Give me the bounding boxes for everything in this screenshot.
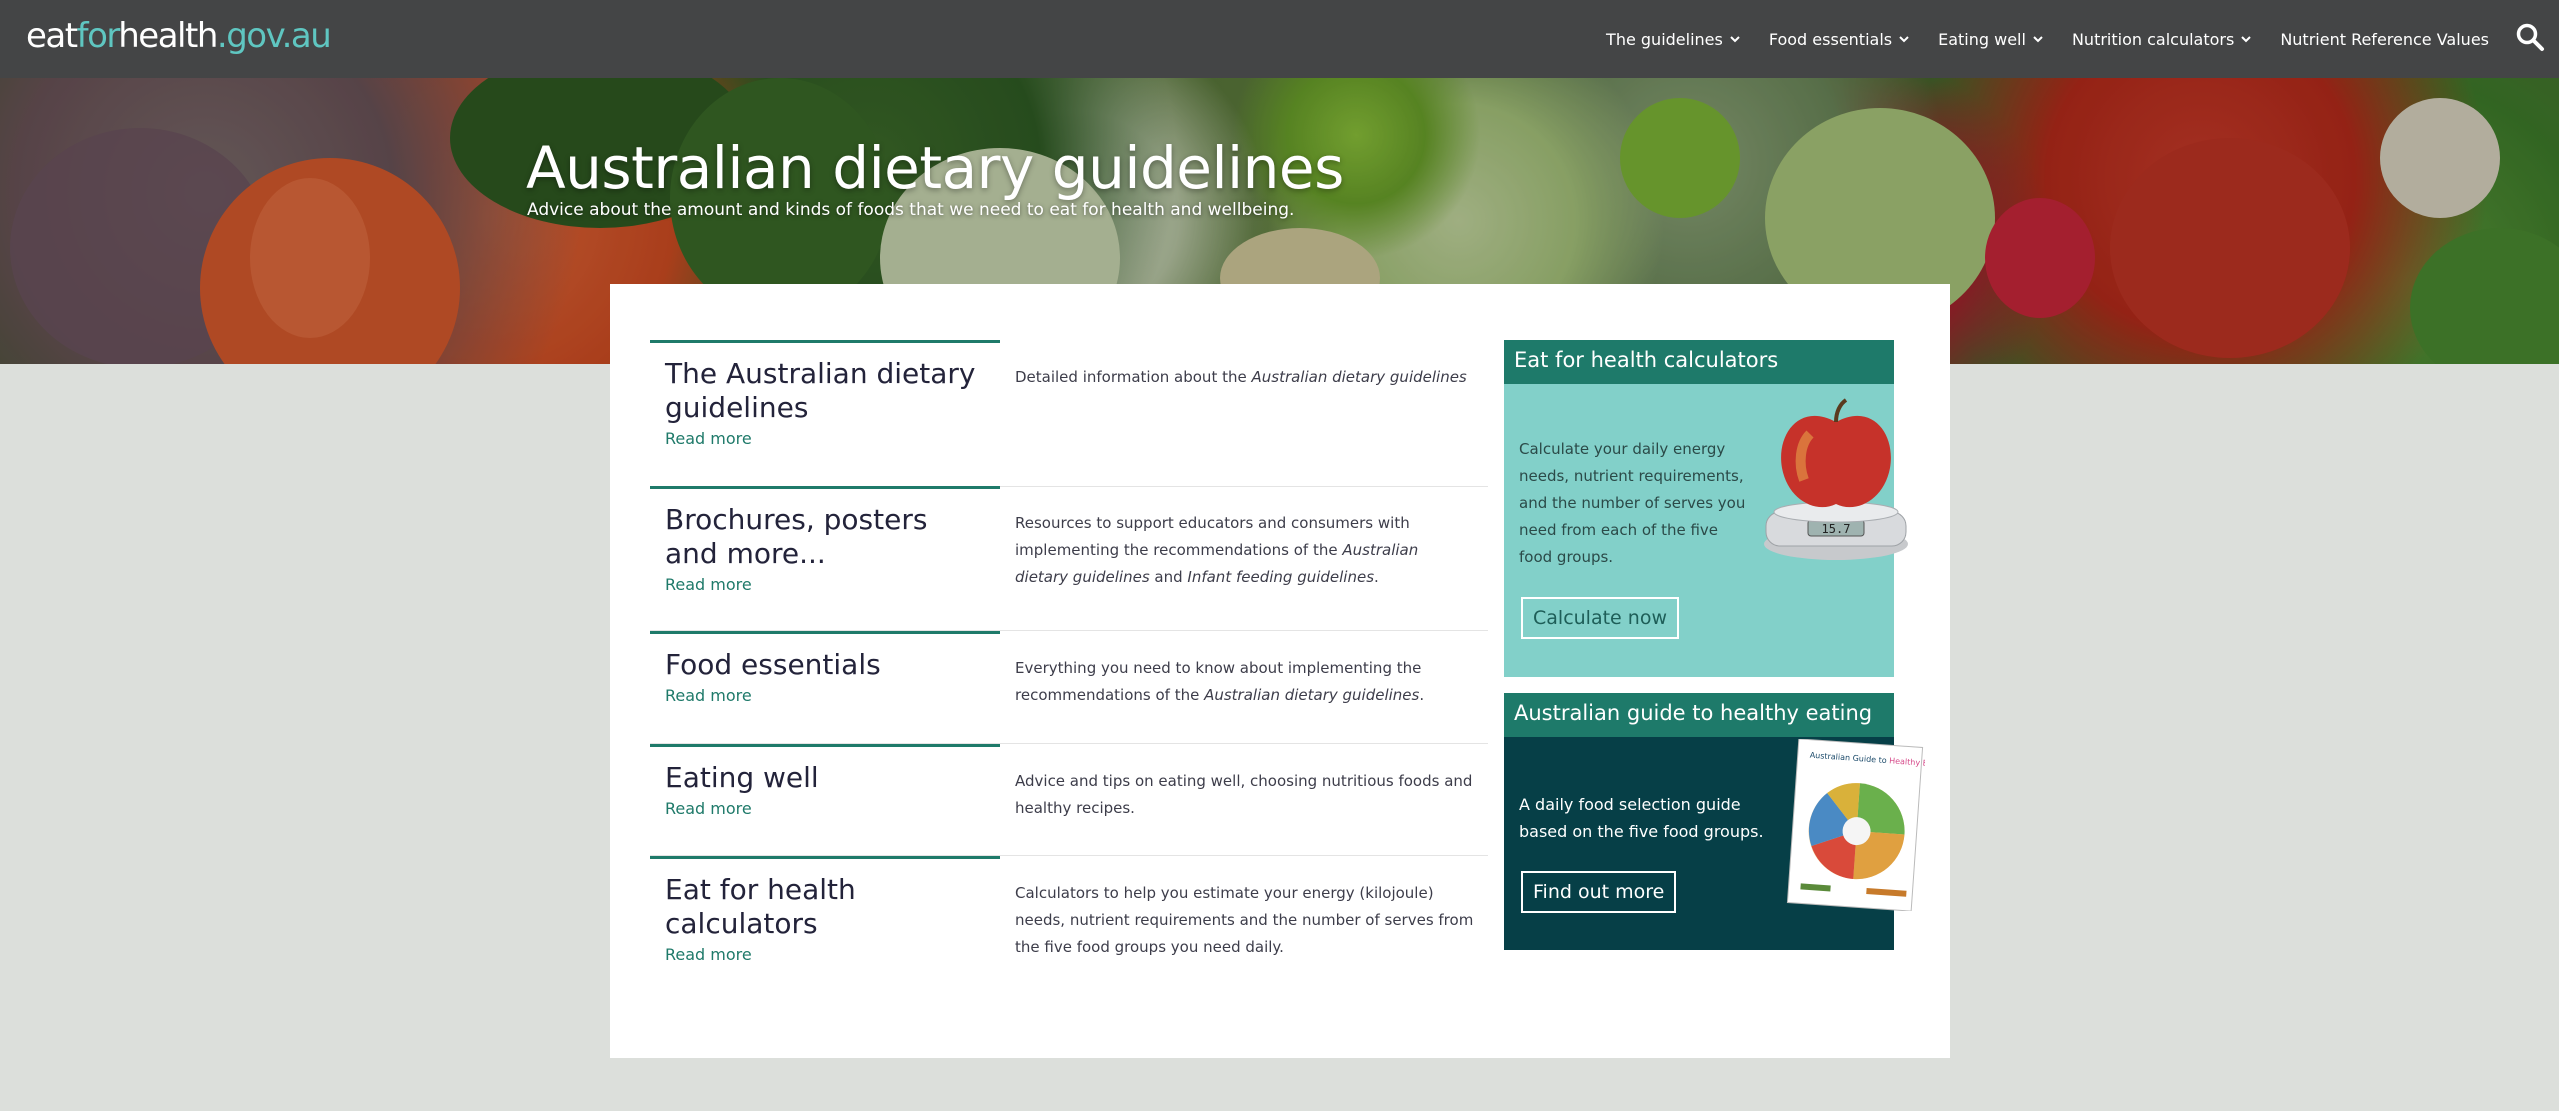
chevron-down-icon [1899,36,1909,43]
list-item: Eating well Read more Advice and tips on… [650,744,1488,856]
chevron-down-icon [1730,36,1740,43]
page-subtitle: Advice about the amount and kinds of foo… [527,200,1295,220]
list-item-title[interactable]: Brochures, posters and more... [665,503,1000,571]
calculators-card-header[interactable]: Eat for health calculators [1504,340,1894,384]
logo-text-for: for [76,16,120,56]
top-nav: eatforhealth.gov.au The guidelines Food … [0,0,2559,78]
title-line: Brochures, posters [665,503,928,536]
list-item-heading: Food essentials Read more [650,631,1000,743]
list-item-heading: The Australian dietary guidelines Read mo… [650,340,1000,486]
list-item-heading: Eat for health calculators Read more [650,856,1000,976]
healthy-eating-card-text: A daily food selection guide based on th… [1519,795,1764,841]
list-item-description: Resources to support educators and consu… [1015,510,1475,591]
desc-text: . [1419,686,1425,704]
content-panel: The Australian dietary guidelines Read mo… [610,284,1950,1058]
nav-item-nrv[interactable]: Nutrient Reference Values [2280,30,2489,49]
title-line: The Australian dietary [665,357,976,390]
search-icon[interactable] [2515,22,2545,52]
main-menu: The guidelines Food essentials Eating we… [1606,0,2489,78]
list-item: Eat for health calculators Read more Calc… [650,856,1488,976]
logo-text-health: health [118,16,218,56]
list-item-description: Advice and tips on eating well, choosing… [1015,768,1475,822]
read-more-link[interactable]: Read more [665,945,1000,964]
read-more-link[interactable]: Read more [665,686,1000,705]
list-item: Food essentials Read more Everything you… [650,631,1488,744]
desc-text: Calculators to help you estimate your en… [1015,884,1474,956]
healthy-eating-poster-image: Australian Guide to Healthy Eating [1786,739,1925,911]
title-line: and more... [665,537,826,570]
nav-item-nutrition-calculators[interactable]: Nutrition calculators [2072,30,2252,49]
list-item-title[interactable]: Eat for health calculators [665,873,1000,941]
list-item-description: Detailed information about the Australia… [1015,364,1475,391]
desc-italic: Australian dietary guidelines [1204,686,1420,704]
list-item: Brochures, posters and more... Read more … [650,486,1488,631]
find-out-more-button[interactable]: Find out more [1521,871,1677,913]
title-line: guidelines [665,391,809,424]
desc-italic: Australian dietary guidelines [1251,368,1467,386]
desc-text: Advice and tips on eating well, choosing… [1015,772,1473,817]
desc-italic: Infant feeding guidelines [1187,568,1375,586]
list-item-title[interactable]: Eating well [665,761,1000,795]
list-item: The Australian dietary guidelines Read mo… [650,340,1488,487]
calculate-now-button[interactable]: Calculate now [1521,597,1679,639]
chevron-down-icon [2241,36,2252,43]
desc-text: Detailed information about the [1015,368,1252,386]
list-item-description: Calculators to help you estimate your en… [1015,880,1475,961]
nav-item-label: Nutrient Reference Values [2280,29,2489,49]
nav-item-label: Food essentials [1768,29,1893,49]
scale-readout: 15.7 [1822,522,1851,536]
chevron-down-icon [2033,36,2043,43]
site-logo[interactable]: eatforhealth.gov.au [26,16,332,56]
nav-item-label: The guidelines [1606,29,1723,49]
nav-item-food-essentials[interactable]: Food essentials [1769,30,1910,49]
nav-item-label: Nutrition calculators [2071,29,2235,49]
nav-item-eating-well[interactable]: Eating well [1938,30,2044,49]
logo-text-domain: .gov.au [216,16,332,56]
read-more-link[interactable]: Read more [665,575,1000,594]
desc-text: and [1149,568,1188,586]
list-item-heading: Brochures, posters and more... Read more [650,486,1000,630]
apple-on-scale-image: 15.7 [1764,398,1908,560]
list-item-title[interactable]: Food essentials [665,648,1000,682]
healthy-eating-card-header[interactable]: Australian guide to healthy eating [1504,693,1894,737]
page-title: Australian dietary guidelines [526,134,1344,202]
list-item-description: Everything you need to know about implem… [1015,655,1475,709]
list-item-heading: Eating well Read more [650,744,1000,855]
logo-text-eat: eat [26,16,78,56]
nav-item-guidelines[interactable]: The guidelines [1606,30,1741,49]
read-more-link[interactable]: Read more [665,429,1000,448]
title-line: Eat for health [665,873,856,906]
calculators-card-text: Calculate your daily energy needs, nutri… [1519,440,1746,566]
desc-text: . [1374,568,1379,586]
list-item-title[interactable]: The Australian dietary guidelines [665,357,1000,425]
read-more-link[interactable]: Read more [665,799,1000,818]
title-line: calculators [665,907,818,940]
nav-item-label: Eating well [1938,29,2026,49]
